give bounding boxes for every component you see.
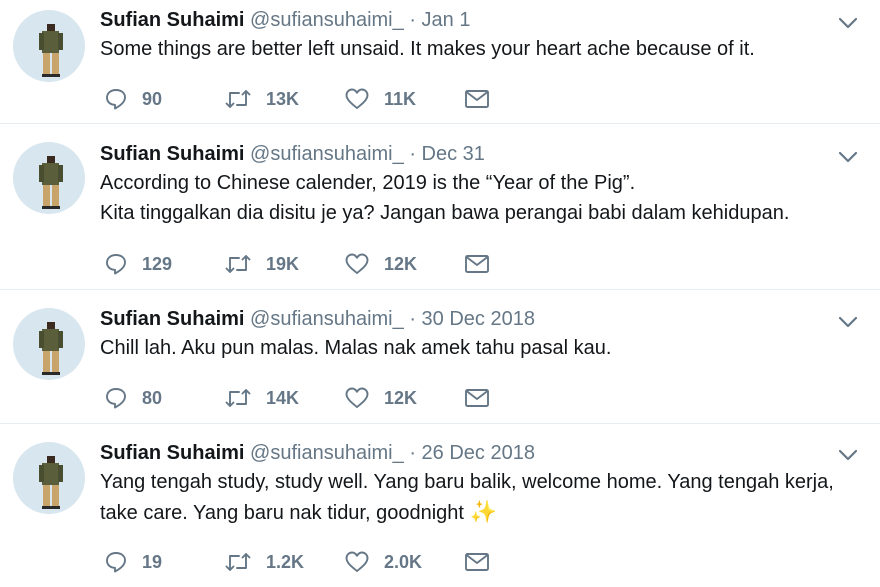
heart-icon [345, 253, 369, 274]
reply-button[interactable]: 19 [104, 550, 224, 574]
avatar[interactable] [13, 308, 85, 380]
retweet-icon [225, 255, 251, 273]
dm-button[interactable] [464, 88, 584, 110]
tweet-text: Yang tengah study, study well. Yang baru… [100, 467, 860, 528]
retweet-icon [225, 389, 251, 407]
envelope-icon [465, 255, 489, 273]
tweet-text: Some things are better left unsaid. It m… [100, 34, 860, 64]
retweet-button[interactable]: 14K [224, 386, 344, 410]
avatar[interactable] [13, 10, 85, 82]
retweet-icon [225, 553, 251, 571]
author-handle[interactable]: @sufiansuhaimi_ [250, 9, 404, 31]
author-handle[interactable]: @sufiansuhaimi_ [250, 143, 404, 165]
heart-icon [345, 88, 369, 109]
tweet-line: take care. Yang baru nak tidur, goodnigh… [100, 497, 860, 528]
tweet-date[interactable]: 26 Dec 2018 [422, 442, 535, 464]
reply-icon [106, 552, 126, 573]
reply-count: 129 [142, 253, 173, 274]
author-handle[interactable]: @sufiansuhaimi_ [250, 442, 404, 464]
separator-dot: · [409, 143, 416, 165]
reply-button[interactable]: 129 [104, 252, 224, 276]
retweet-button[interactable]: 19K [224, 252, 344, 276]
tweet-line-text: take care. Yang baru nak tidur, goodnigh… [100, 502, 464, 524]
author-name[interactable]: Sufian Suhaimi [100, 442, 244, 464]
retweet-icon [225, 90, 251, 108]
like-count: 2.0K [384, 551, 423, 572]
chevron-down-icon[interactable] [838, 150, 858, 164]
like-count: 11K [384, 88, 417, 109]
tweet-line: Kita tinggalkan dia disitu je ya? Jangan… [100, 202, 790, 224]
envelope-icon [465, 553, 489, 571]
avatar[interactable] [13, 142, 85, 214]
retweet-count: 13K [266, 88, 300, 109]
like-button[interactable]: 2.0K [344, 550, 464, 574]
reply-button[interactable]: 90 [104, 87, 224, 111]
like-count: 12K [384, 253, 418, 274]
retweet-count: 1.2K [266, 551, 305, 572]
tweet-date[interactable]: 30 Dec 2018 [422, 308, 535, 330]
reply-icon [106, 388, 126, 409]
reply-count: 19 [142, 551, 163, 572]
separator-dot: · [409, 9, 416, 31]
author-name[interactable]: Sufian Suhaimi [100, 143, 244, 165]
chevron-down-icon[interactable] [838, 315, 858, 329]
avatar[interactable] [13, 442, 85, 514]
tweet-feed: Sufian Suhaimi @sufiansuhaimi_ · Jan 1 S… [0, 0, 880, 587]
separator-dot: · [409, 308, 416, 330]
author-name[interactable]: Sufian Suhaimi [100, 308, 244, 330]
chevron-down-icon[interactable] [838, 448, 858, 462]
reply-icon [106, 254, 126, 275]
tweet-date[interactable]: Dec 31 [422, 143, 485, 165]
tweet[interactable]: Sufian Suhaimi @sufiansuhaimi_ · Jan 1 S… [0, 0, 880, 124]
like-button[interactable]: 12K [344, 252, 464, 276]
like-button[interactable]: 11K [344, 87, 464, 111]
reply-button[interactable]: 80 [104, 386, 224, 410]
envelope-icon [465, 90, 489, 108]
tweet[interactable]: Sufian Suhaimi @sufiansuhaimi_ · Dec 31 … [0, 124, 880, 290]
retweet-button[interactable]: 13K [224, 87, 344, 111]
reply-icon [106, 89, 126, 110]
author-handle[interactable]: @sufiansuhaimi_ [250, 308, 404, 330]
retweet-count: 14K [266, 387, 300, 408]
reply-count: 80 [142, 387, 163, 408]
tweet-line: Yang tengah study, study well. Yang baru… [100, 471, 834, 493]
tweet-line: Some things are better left unsaid. It m… [100, 38, 755, 60]
dm-button[interactable] [464, 551, 584, 573]
tweet-date[interactable]: Jan 1 [422, 9, 471, 31]
dm-button[interactable] [464, 253, 584, 275]
tweet-text: Chill lah. Aku pun malas. Malas nak amek… [100, 333, 860, 363]
reply-count: 90 [142, 88, 163, 109]
chevron-down-icon[interactable] [838, 16, 858, 30]
separator-dot: · [409, 442, 416, 464]
like-button[interactable]: 12K [344, 386, 464, 410]
tweet[interactable]: Sufian Suhaimi @sufiansuhaimi_ · 26 Dec … [0, 424, 880, 587]
tweet[interactable]: Sufian Suhaimi @sufiansuhaimi_ · 30 Dec … [0, 290, 880, 424]
author-name[interactable]: Sufian Suhaimi [100, 9, 244, 31]
heart-icon [345, 551, 369, 572]
tweet-line: According to Chinese calender, 2019 is t… [100, 172, 636, 194]
dm-button[interactable] [464, 387, 584, 409]
like-count: 12K [384, 387, 418, 408]
retweet-count: 19K [266, 253, 300, 274]
tweet-line: Chill lah. Aku pun malas. Malas nak amek… [100, 337, 612, 359]
tweet-text: According to Chinese calender, 2019 is t… [100, 168, 860, 228]
envelope-icon [465, 389, 489, 407]
sparkles-emoji: ✨ [469, 499, 497, 524]
heart-icon [345, 387, 369, 408]
retweet-button[interactable]: 1.2K [224, 550, 344, 574]
